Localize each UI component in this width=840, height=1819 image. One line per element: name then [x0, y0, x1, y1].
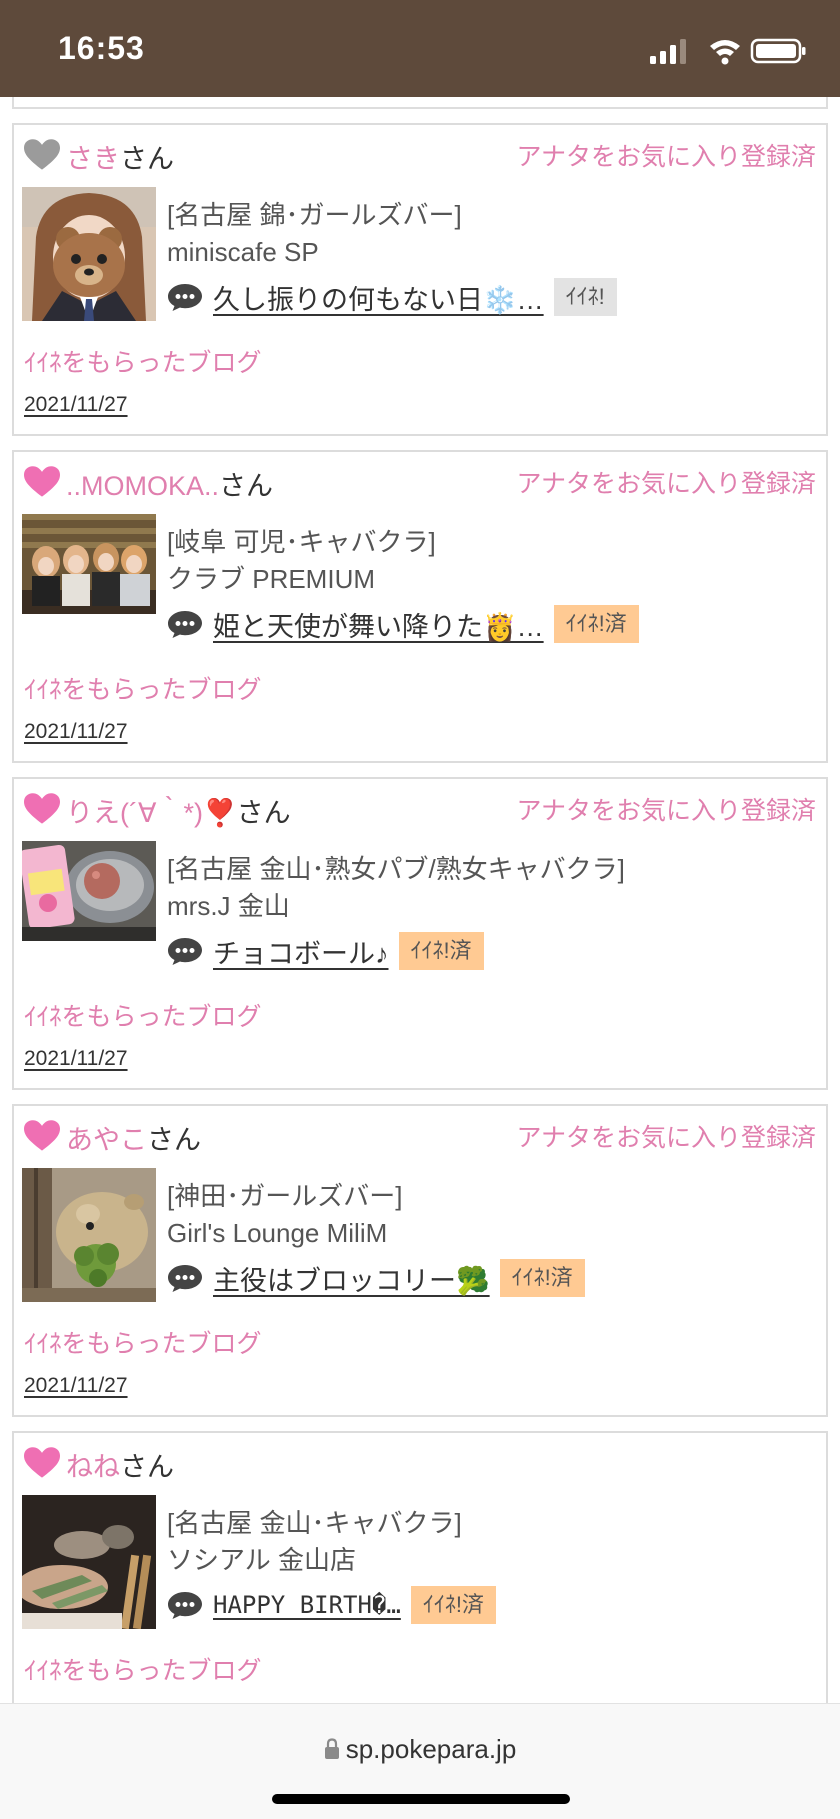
blog-row: チョコボール♪ ｲｲﾈ!済: [167, 931, 484, 971]
pink-heart-icon[interactable]: [24, 466, 60, 498]
shop-area: [名古屋 金山･熟女パブ/熟女キャバクラ]: [167, 854, 625, 884]
previous-card-edge: [12, 97, 828, 109]
blog-thumbnail[interactable]: [22, 187, 156, 321]
shop-info: [名古屋 金山･熟女パブ/熟女キャバクラ] mrs.J 金山: [167, 851, 625, 925]
speech-bubble-icon: [168, 284, 202, 311]
blog-row: 姫と天使が舞い降りた👸… ｲｲﾈ!済: [167, 604, 639, 644]
received-label: ｲｲﾈをもらったブログ: [24, 676, 262, 704]
iine-button[interactable]: ｲｲﾈ!済: [410, 1586, 496, 1624]
shop-area: [神田･ガールズバー]: [167, 1181, 403, 1211]
speech-bubble-icon: [168, 611, 202, 638]
pink-heart-icon[interactable]: [24, 1120, 60, 1152]
blog-thumbnail[interactable]: [22, 841, 156, 941]
blog-thumbnail[interactable]: [22, 514, 156, 614]
received-label: ｲｲﾈをもらったブログ: [24, 349, 262, 377]
blog-like-feed[interactable]: さきさん アナタをお気に入り登録済 [名古屋 錦･ガールズバー] minisca…: [0, 97, 840, 1703]
shop-name[interactable]: クラブ PREMIUM: [167, 561, 436, 598]
liker-name[interactable]: りえ(´∀｀*)❣️さん: [66, 791, 291, 830]
blog-title-link[interactable]: 姫と天使が舞い降りた👸…: [213, 605, 544, 644]
liker-name-link[interactable]: さき: [66, 144, 120, 174]
shop-info: [名古屋 錦･ガールズバー] miniscafe SP: [167, 197, 462, 271]
iine-button[interactable]: ｲｲﾈ!済: [553, 605, 639, 643]
blog-title-link[interactable]: チョコボール♪: [213, 932, 389, 971]
shop-name[interactable]: Girl's Lounge MiliM: [167, 1215, 402, 1252]
received-label: ｲｲﾈをもらったブログ: [24, 1330, 262, 1358]
honorific: さん: [120, 1452, 174, 1482]
liker-name[interactable]: あやこさん: [66, 1118, 201, 1157]
favorite-status: アナタをお気に入り登録済: [516, 797, 816, 825]
shop-name[interactable]: miniscafe SP: [167, 234, 462, 271]
shop-name[interactable]: ソシアル 金山店: [167, 1542, 462, 1579]
liker-name-link[interactable]: あやこ: [66, 1125, 147, 1155]
blog-thumbnail[interactable]: [22, 1168, 156, 1302]
blog-row: 主役はブロッコリー🥦 ｲｲﾈ!済: [167, 1258, 585, 1298]
blog-row: HAPPY BIRTH�… ｲｲﾈ!済: [167, 1585, 496, 1625]
shop-info: [岐阜 可児･キャバクラ] クラブ PREMIUM: [167, 524, 436, 598]
favorite-status: アナタをお気に入り登録済: [516, 1124, 816, 1152]
speech-bubble-icon: [168, 1265, 202, 1292]
liker-name-link[interactable]: りえ(´∀｀*)❣️: [66, 798, 237, 828]
liker-name[interactable]: さきさん: [66, 137, 174, 176]
status-icons: [650, 38, 806, 65]
blog-date[interactable]: 2021/11/27: [24, 393, 128, 417]
shop-info: [神田･ガールズバー] Girl's Lounge MiliM: [167, 1178, 402, 1252]
wifi-icon: [710, 40, 740, 65]
liker-name-link[interactable]: ..MOMOKA..: [66, 471, 219, 501]
blog-row: 久し振りの何もない日❄️… ｲｲﾈ!: [167, 277, 617, 317]
blog-thumbnail[interactable]: [22, 1495, 156, 1629]
blog-title-link[interactable]: HAPPY BIRTH�…: [213, 1591, 401, 1619]
blog-title-link[interactable]: 久し振りの何もない日❄️…: [213, 278, 544, 317]
gray-heart-icon[interactable]: [24, 139, 60, 171]
liker-card: あやこさん アナタをお気に入り登録済 [神田･ガールズバー] Girl's Lo…: [12, 1104, 828, 1417]
received-label: ｲｲﾈをもらったブログ: [24, 1003, 262, 1031]
status-bar: 16:53: [0, 0, 840, 97]
speech-bubble-icon: [168, 938, 202, 965]
liker-name-link[interactable]: ねね: [66, 1452, 120, 1482]
shop-name[interactable]: mrs.J 金山: [167, 888, 625, 925]
iine-button[interactable]: ｲｲﾈ!済: [499, 1259, 585, 1297]
favorite-status: アナタをお気に入り登録済: [516, 470, 816, 498]
liker-card: さきさん アナタをお気に入り登録済 [名古屋 錦･ガールズバー] minisca…: [12, 123, 828, 436]
speech-bubble-icon: [168, 1592, 202, 1619]
blog-title-link[interactable]: 主役はブロッコリー🥦: [213, 1259, 490, 1298]
url-text: sp.pokepara.jp: [345, 1734, 517, 1764]
pink-heart-icon[interactable]: [24, 793, 60, 825]
shop-area: [名古屋 金山･キャバクラ]: [167, 1508, 462, 1538]
iine-button[interactable]: ｲｲﾈ!済: [398, 932, 484, 970]
blog-date[interactable]: 2021/11/27: [24, 1374, 128, 1398]
honorific: さん: [236, 798, 291, 828]
home-indicator[interactable]: [272, 1794, 570, 1804]
honorific: さん: [120, 144, 174, 174]
liker-card: ねねさん [名古屋 金山･キャバクラ] ソシアル 金山店 HAPPY BIRTH…: [12, 1431, 828, 1703]
shop-area: [岐阜 可児･キャバクラ]: [167, 527, 436, 557]
pink-heart-icon[interactable]: [24, 1447, 60, 1479]
lock-icon: [324, 1738, 339, 1759]
cellular-signal-icon: [650, 39, 686, 64]
blog-date[interactable]: 2021/11/27: [24, 1047, 128, 1071]
favorite-status: アナタをお気に入り登録済: [516, 143, 816, 171]
iine-button[interactable]: ｲｲﾈ!: [553, 278, 617, 316]
address-field[interactable]: sp.pokepara.jp: [0, 1734, 840, 1765]
liker-name[interactable]: ..MOMOKA..さん: [66, 464, 273, 503]
battery-icon: [750, 38, 806, 64]
blog-date[interactable]: 2021/11/27: [24, 720, 128, 744]
shop-area: [名古屋 錦･ガールズバー]: [167, 200, 462, 230]
liker-card: ..MOMOKA..さん アナタをお気に入り登録済 [岐阜 可児･キャバクラ] …: [12, 450, 828, 763]
liker-name[interactable]: ねねさん: [66, 1445, 174, 1484]
received-label: ｲｲﾈをもらったブログ: [24, 1657, 262, 1685]
liker-card: りえ(´∀｀*)❣️さん アナタをお気に入り登録済 [名古屋 金山･熟女パブ/熟…: [12, 777, 828, 1090]
shop-info: [名古屋 金山･キャバクラ] ソシアル 金山店: [167, 1505, 462, 1579]
status-time: 16:53: [58, 30, 145, 66]
honorific: さん: [147, 1125, 201, 1155]
honorific: さん: [219, 471, 274, 501]
browser-url-bar[interactable]: sp.pokepara.jp: [0, 1703, 840, 1819]
